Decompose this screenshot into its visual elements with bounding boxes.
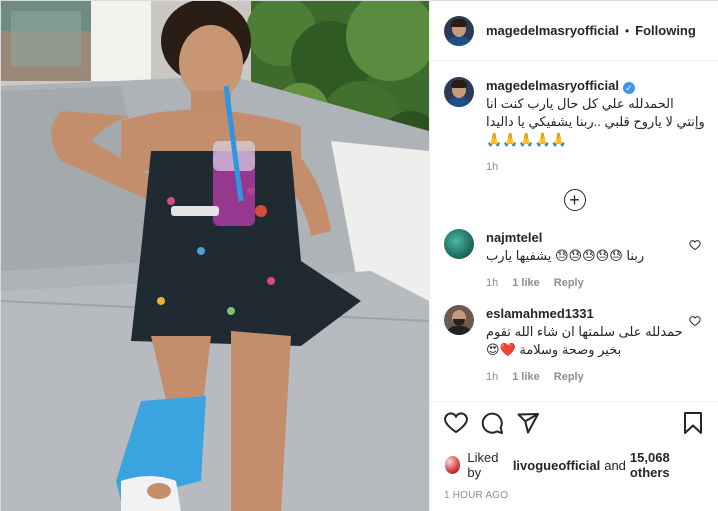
reply-button[interactable]: Reply (554, 277, 584, 289)
share-icon[interactable] (516, 411, 540, 435)
photo-illustration (1, 1, 429, 511)
caption-time[interactable]: 1h (486, 161, 498, 173)
author-avatar[interactable] (444, 15, 474, 46)
caption-text: الحمدلله علي كل حال يارب كنت انا وإنتي ل… (486, 96, 705, 147)
load-more-comments-button[interactable]: + (563, 189, 586, 211)
comment-item: eslamahmed1331 حمدلله على سلمتها ان شاء … (444, 305, 705, 383)
comment-likes[interactable]: 1 like (512, 277, 540, 289)
comment-icon[interactable] (480, 411, 504, 435)
liked-by-joiner: and (604, 457, 626, 473)
commenter-avatar[interactable] (444, 305, 474, 335)
caption-username[interactable]: magedelmasryofficial (486, 78, 619, 93)
comment-text: ربنا 😓😓😓😓😓 يشفيها يارب (486, 248, 645, 263)
other-likes-count[interactable]: 15,068 others (630, 450, 701, 480)
instagram-post: magedelmasryofficial • Following magedel… (0, 0, 718, 511)
post-header: magedelmasryofficial • Following (430, 1, 718, 61)
verified-badge-icon: ✓ (622, 82, 635, 94)
author-username[interactable]: magedelmasryofficial (486, 23, 619, 38)
following-button[interactable]: Following (635, 23, 696, 38)
liked-by-prefix: Liked by (467, 450, 499, 480)
post-photo[interactable] (1, 1, 429, 511)
bookmark-icon[interactable] (681, 411, 705, 435)
liker-avatar[interactable] (444, 455, 462, 475)
caption-avatar[interactable] (444, 77, 474, 107)
likes-summary: Liked by livogueofficial and 15,068 othe… (444, 450, 705, 480)
header-separator: • (624, 23, 630, 38)
commenter-username[interactable]: najmtelel (486, 230, 542, 245)
comment-time[interactable]: 1h (486, 371, 498, 383)
comment-time[interactable]: 1h (486, 277, 498, 289)
first-liker-username[interactable]: livogueofficial (513, 458, 600, 473)
comment-item: najmtelel ربنا 😓😓😓😓😓 يشفيها يارب 1h 1 li… (444, 229, 705, 289)
commenter-username[interactable]: eslamahmed1331 (486, 306, 594, 321)
post-timestamp[interactable]: 1 HOUR AGO (444, 490, 705, 501)
like-comment-heart-icon[interactable] (689, 315, 701, 327)
comments-section[interactable]: magedelmasryofficial ✓ الحمدلله علي كل حا… (430, 61, 718, 401)
like-comment-heart-icon[interactable] (689, 239, 701, 251)
heart-icon[interactable] (444, 411, 468, 435)
comment-likes[interactable]: 1 like (512, 371, 540, 383)
post-actions: Liked by livogueofficial and 15,068 othe… (430, 401, 718, 501)
side-panel: magedelmasryofficial • Following magedel… (429, 1, 718, 511)
action-icons (444, 410, 705, 436)
commenter-avatar[interactable] (444, 229, 474, 259)
caption: magedelmasryofficial ✓ الحمدلله علي كل حا… (444, 77, 705, 173)
reply-button[interactable]: Reply (554, 371, 584, 383)
comment-text: حمدلله على سلمتها ان شاء الله تقوم بخير … (486, 324, 683, 357)
